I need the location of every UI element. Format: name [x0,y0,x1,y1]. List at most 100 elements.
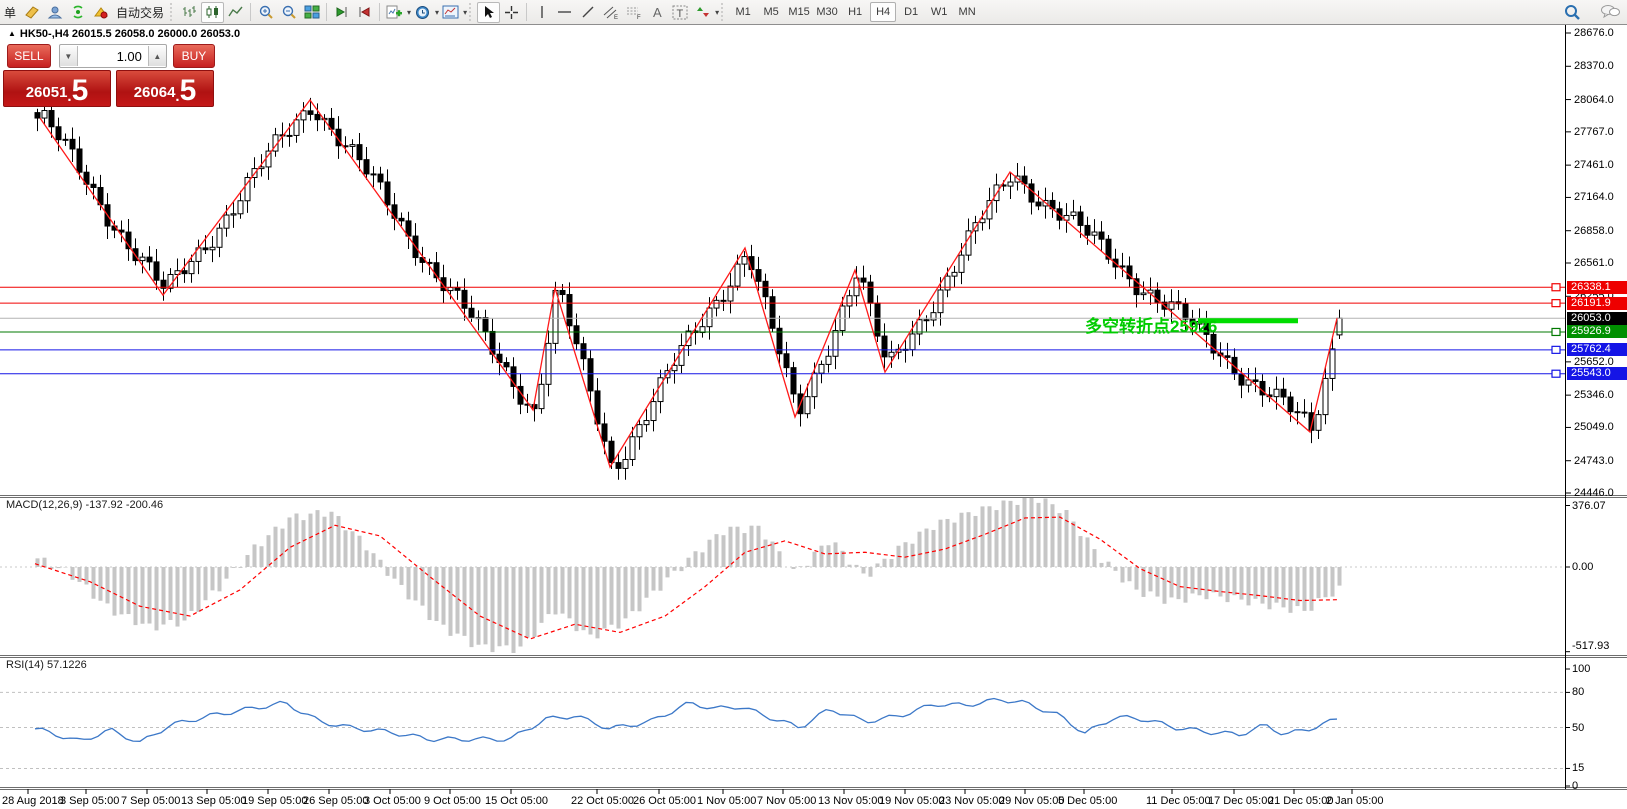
chart-header: ▲ HK50-,H4 26015.5 26058.0 26000.0 26053.… [8,28,240,40]
buy-price-fraction: 5 [179,74,197,107]
arrows-tool-icon[interactable] [691,2,714,23]
equidistant-channel-tool-icon[interactable]: E [599,2,622,23]
timeframe-button-m30[interactable]: M30 [814,2,840,22]
volume-stepper: ▼ ▲ [58,44,167,68]
buy-button[interactable]: BUY [172,44,215,68]
search-icon[interactable] [1561,1,1584,22]
time-tick-label: 13 Sep 05:00 [181,795,247,807]
signals-icon[interactable] [66,2,89,23]
price-level-badge: 26053.0 [1567,311,1627,325]
time-tick-label: 1 Nov 05:00 [697,795,757,807]
price-tick-label: 25652.0 [1574,355,1614,368]
new-order-button[interactable]: 单 [0,4,20,21]
price-tick-label: 28064.0 [1574,93,1614,106]
arrows-dropdown-icon[interactable]: ▾ [715,8,719,17]
time-tick-label: 9 Oct 05:00 [424,795,481,807]
buy-price-main: 26064 [133,84,176,101]
price-level-badge: 26191.9 [1567,296,1627,310]
volume-input[interactable] [77,45,148,67]
time-tick-label: 3 Oct 05:00 [364,795,421,807]
price-tick-label: 26561.0 [1574,257,1614,269]
rsi-label: RSI(14) 57.1226 [6,659,87,671]
chart-shift-icon[interactable] [353,2,376,23]
rsi-axis-label: 50 [1572,721,1585,734]
time-tick-label: 21 Dec 05:00 [1268,795,1334,807]
price-tick-label: 25049.0 [1574,421,1614,434]
zoom-out-icon[interactable] [277,2,300,23]
macd-axis-label: 376.07 [1572,499,1606,512]
time-tick-label: 19 Nov 05:00 [879,795,945,807]
time-tick-label: 22 Oct 05:00 [571,795,634,807]
timeframe-toolbar: M1 M5 M15 M30 H1 H4 D1 W1 MN [729,2,981,22]
chat-icon[interactable] [1598,1,1621,22]
timeframe-button-w1[interactable]: W1 [926,2,952,22]
time-tick-label: 19 Sep 05:00 [242,795,308,807]
templates-icon[interactable] [439,2,462,23]
volume-decrease-button[interactable]: ▼ [59,46,78,66]
bar-chart-type-icon[interactable] [178,2,201,23]
candlestick-chart-type-icon[interactable] [201,1,225,23]
sell-price-button[interactable]: 26051. 5 [3,70,111,107]
auto-scroll-icon[interactable] [330,2,353,23]
time-tick-label: 29 Nov 05:00 [999,795,1065,807]
time-tick-label: 26 Oct 05:00 [633,795,696,807]
zoom-in-icon[interactable] [254,2,277,23]
indicators-icon[interactable] [383,2,406,23]
crosshair-tool-icon[interactable] [500,2,523,23]
timeframe-button-d1[interactable]: D1 [898,2,924,22]
trendline-tool-icon[interactable] [576,2,599,23]
market-watch-icon[interactable] [20,2,43,23]
timeframe-button-h1[interactable]: H1 [842,2,868,22]
time-tick-label: 5 Dec 05:00 [1058,795,1118,807]
time-axis[interactable]: 28 Aug 2018 3 Sep 05:00 7 Sep 05:00 13 Sep … [0,789,1627,809]
sell-price-fraction: 5 [71,74,89,107]
horizontal-line-tool-icon[interactable] [553,2,576,23]
periods-clock-icon[interactable] [411,2,434,23]
price-tick-label: 24743.0 [1574,454,1614,467]
timeframe-button-h4[interactable]: H4 [870,2,897,22]
templates-dropdown-icon[interactable]: ▾ [463,8,467,17]
line-chart-type-icon[interactable] [224,2,247,23]
chart-canvas[interactable] [0,0,1627,809]
time-tick-label: 28 Aug 2018 [2,795,64,807]
text-tool-icon[interactable]: A [645,2,668,23]
time-tick-label: 13 Nov 05:00 [818,795,884,807]
price-level-badge: 25543.0 [1567,367,1627,381]
time-tick-label: 23 Nov 05:00 [939,795,1005,807]
accounts-icon[interactable] [43,2,66,23]
price-level-badge: 26338.1 [1567,280,1627,294]
timeframe-button-m5[interactable]: M5 [758,2,784,22]
sell-price-main: 26051 [25,84,68,101]
auto-trading-icon[interactable] [89,2,112,23]
toolbar: 单 自动交易 ▾ ▾ ▾ E F A T ▾ M1 M5 M15 M30 H1 … [0,0,1627,25]
tile-windows-icon[interactable] [300,2,323,23]
timeframe-button-m1[interactable]: M1 [730,2,756,22]
timeframe-button-m15[interactable]: M15 [786,2,812,22]
svg-text:E: E [614,15,618,20]
price-level-badge: 25762.4 [1567,343,1627,357]
macd-axis-label: -517.93 [1572,640,1610,652]
fibonacci-tool-icon[interactable]: F [622,2,645,23]
buy-price-button[interactable]: 26064. 5 [116,70,214,107]
time-tick-label: 2 Jan 05:00 [1326,795,1384,807]
price-level-badge: 25926.9 [1567,325,1627,339]
price-tick-label: 28370.0 [1574,60,1614,73]
vertical-line-tool-icon[interactable] [530,2,553,23]
svg-text:A: A [653,5,662,19]
sell-button[interactable]: SELL [7,44,51,68]
time-tick-label: 7 Sep 05:00 [121,795,181,807]
price-tick-label: 26858.0 [1574,224,1614,237]
auto-trading-button[interactable]: 自动交易 [112,4,168,21]
time-tick-label: 3 Sep 05:00 [60,795,120,807]
cursor-tool-icon[interactable] [477,1,501,23]
time-tick-label: 11 Dec 05:00 [1146,795,1211,807]
time-tick-label: 7 Nov 05:00 [757,795,817,807]
time-tick-label: 15 Oct 05:00 [485,795,548,807]
rsi-axis-label: 100 [1572,663,1591,675]
text-label-tool-icon[interactable]: T [668,2,691,23]
volume-increase-button[interactable]: ▲ [147,46,166,66]
macd-label: MACD(12,26,9) -137.92 -200.46 [6,499,164,511]
time-tick-label: 26 Sep 05:00 [303,795,369,807]
timeframe-button-mn[interactable]: MN [954,2,980,22]
price-tick-label: 25346.0 [1574,389,1614,402]
